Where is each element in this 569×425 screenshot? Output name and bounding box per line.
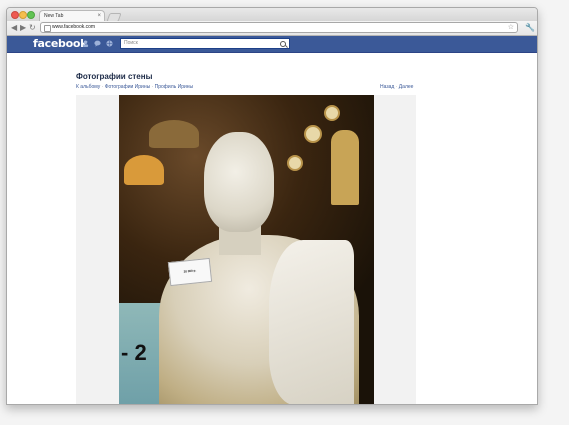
price-tag: 20 000 р. [167, 257, 213, 287]
messages-icon[interactable] [94, 40, 101, 47]
next-link[interactable]: Далее [399, 84, 414, 90]
browser-tab[interactable]: New Tab × [39, 10, 105, 21]
back-icon[interactable]: ◀ [11, 23, 17, 33]
minimize-window-button[interactable] [19, 11, 27, 19]
photo-stage: - 2 20 000 р. [76, 95, 416, 404]
breadcrumb-album-link[interactable]: К альбому [76, 84, 100, 90]
tab-bar: New Tab × [7, 8, 537, 22]
browser-window: New Tab × ◀ ▶ ↻ www.facebook.com ☆ 🔧 fac… [6, 7, 538, 405]
photo-digit: - 2 [121, 340, 147, 365]
bookmark-star-icon[interactable]: ☆ [508, 23, 514, 32]
breadcrumb: К альбому · Фотографии Ирины · Профиль И… [76, 84, 194, 90]
bust-head [204, 132, 274, 232]
breadcrumb-profile-link[interactable]: Профиль Ирины [155, 84, 194, 90]
photo-pager: Назад · Далее [380, 84, 414, 90]
friend-requests-icon[interactable] [82, 40, 89, 47]
page-title: Фотографии стены [76, 72, 153, 81]
close-window-button[interactable] [11, 11, 19, 19]
facebook-header: facebook Поиск [7, 36, 537, 53]
search-icon[interactable] [280, 41, 286, 47]
prev-link[interactable]: Назад [380, 84, 394, 90]
address-bar[interactable]: www.facebook.com ☆ [40, 22, 518, 33]
notifications-icon[interactable] [106, 40, 113, 47]
tab-title: New Tab [44, 13, 64, 19]
url-text: www.facebook.com [52, 24, 96, 30]
facebook-logo[interactable]: facebook [33, 36, 87, 52]
zoom-window-button[interactable] [27, 11, 35, 19]
page-icon [44, 25, 51, 32]
search-input[interactable]: Поиск [120, 38, 290, 49]
breadcrumb-photos-link[interactable]: Фотографии Ирины [105, 84, 150, 90]
forward-icon[interactable]: ▶ [20, 23, 26, 33]
page-content: Фотографии стены К альбому · Фотографии … [7, 53, 537, 404]
wrench-icon[interactable]: 🔧 [525, 23, 535, 33]
reload-icon[interactable]: ↻ [29, 23, 36, 33]
search-placeholder: Поиск [124, 40, 138, 46]
photo[interactable]: - 2 20 000 р. [119, 95, 374, 404]
browser-toolbar: ◀ ▶ ↻ www.facebook.com ☆ 🔧 [7, 21, 537, 36]
